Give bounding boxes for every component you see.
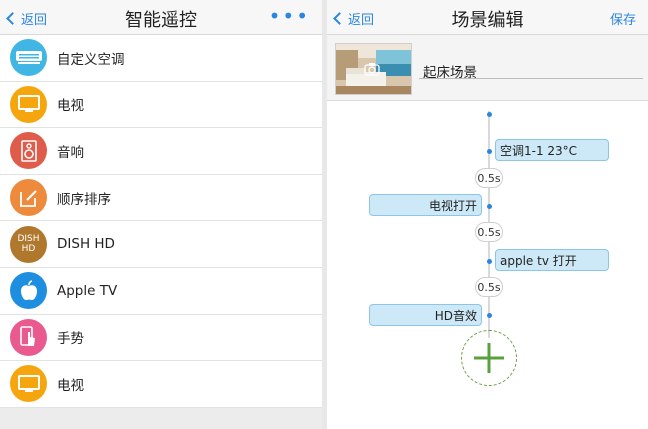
list-item[interactable]: 电视 [0, 361, 322, 408]
list-item-label: 自定义空调 [57, 51, 125, 68]
air-conditioner-icon [10, 39, 47, 77]
delay-badge[interactable]: 0.5s [475, 168, 503, 188]
list-item-label: Apple TV [57, 282, 118, 299]
plus-icon [474, 343, 504, 373]
tv-icon [10, 365, 47, 403]
list-item-label: 电视 [57, 377, 84, 394]
tv-icon [10, 85, 47, 123]
remote-list-panel: 返回 智能遥控 ••• 自定义空调 电视 音响 顺序排序 DISH HD DIS… [0, 0, 322, 429]
list-item-label: 音响 [57, 144, 84, 161]
add-action-button[interactable] [461, 330, 517, 386]
left-nav-bar: 返回 智能遥控 ••• [0, 0, 322, 35]
list-item[interactable]: 音响 [0, 128, 322, 175]
edit-icon [10, 179, 47, 217]
list-item-label: 手势 [57, 331, 84, 348]
scene-name-underline [419, 78, 643, 79]
delay-badge[interactable]: 0.5s [475, 277, 503, 297]
list-item[interactable]: 手势 [0, 315, 322, 362]
scene-edit-panel: 返回 场景编辑 保存 起床场景 空调1-1 23°C 0.5s 电视打开 0.5… [327, 0, 648, 429]
more-button[interactable]: ••• [269, 6, 310, 26]
save-button[interactable]: 保存 [610, 9, 636, 28]
timeline-dot [487, 313, 492, 318]
timeline-dot [487, 259, 492, 264]
scene-action[interactable]: 空调1-1 23°C [495, 139, 609, 161]
list-item[interactable]: DISH HD DISH HD [0, 221, 322, 268]
speaker-icon [10, 132, 47, 170]
list-item-label: DISH HD [57, 236, 115, 253]
scene-action-label: HD音效 [434, 308, 477, 323]
list-item[interactable]: 电视 [0, 82, 322, 129]
scene-action[interactable]: 电视打开 [369, 194, 482, 216]
timeline-start-dot [487, 112, 492, 117]
right-nav-bar: 返回 场景编辑 保存 [327, 0, 648, 35]
scene-action-label: 电视打开 [428, 198, 477, 213]
scene-action-label: apple tv 打开 [500, 253, 577, 268]
scene-thumbnail[interactable] [335, 43, 412, 95]
scene-action-label: 空调1-1 23°C [500, 143, 578, 158]
page-title: 场景编辑 [451, 10, 524, 31]
list-item[interactable]: 顺序排序 [0, 175, 322, 222]
list-item-label: 电视 [57, 98, 84, 115]
gesture-icon [10, 318, 47, 356]
remote-list: 自定义空调 电视 音响 顺序排序 DISH HD DISH HD Apple T… [0, 35, 322, 408]
list-item[interactable]: Apple TV [0, 268, 322, 315]
delay-badge[interactable]: 0.5s [475, 222, 503, 242]
dish-hd-icon: DISH HD [10, 225, 47, 263]
list-footer [0, 408, 322, 429]
timeline-dot [487, 149, 492, 154]
apple-icon [10, 272, 47, 310]
timeline-dot [487, 204, 492, 209]
scene-timeline: 空调1-1 23°C 0.5s 电视打开 0.5s apple tv 打开 0.… [327, 101, 648, 429]
scene-action[interactable]: HD音效 [369, 304, 482, 326]
list-item[interactable]: 自定义空调 [0, 35, 322, 82]
scene-header: 起床场景 [327, 35, 648, 101]
app-root: 返回 智能遥控 ••• 自定义空调 电视 音响 顺序排序 DISH HD DIS… [0, 0, 648, 429]
scene-action[interactable]: apple tv 打开 [495, 249, 609, 271]
list-item-label: 顺序排序 [57, 191, 111, 208]
camera-icon [364, 63, 380, 76]
